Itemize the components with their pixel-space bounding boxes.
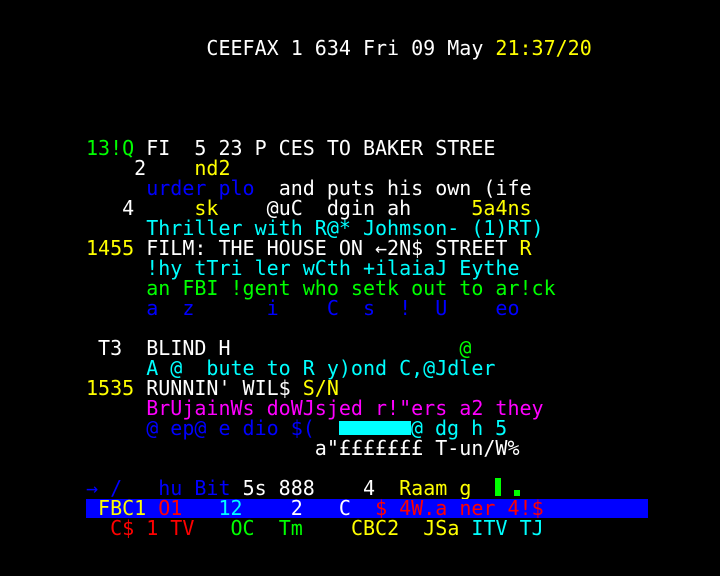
channel-link[interactable]: CBC2 bbox=[351, 516, 399, 540]
channel-link[interactable]: ITV bbox=[471, 516, 507, 540]
channel-link[interactable]: OC bbox=[231, 516, 255, 540]
listing-row: T3 BLIND H @ bbox=[86, 338, 471, 358]
channel-link[interactable]: TJ bbox=[520, 516, 544, 540]
page-header-clock: 21:37/20 bbox=[495, 36, 592, 60]
listing-row: Thriller with R@* Johmson- (1)RT) bbox=[86, 218, 543, 238]
teletext-screen: CEEFAX 1 634 Fri 09 May 21:37/20 13!Q FI… bbox=[0, 0, 720, 576]
cyan-block-graphic bbox=[338, 421, 411, 435]
fastext-row: FBC1 O1 12 2 C $ 4W.a ner 4!$ bbox=[86, 498, 544, 518]
listing-row: !hy tTri ler wCth +ilaiaJ Eythe bbox=[86, 258, 519, 278]
index-row: → / hu Bit 5s 888 4 Raam g bbox=[86, 478, 520, 498]
listing-row: 1535 RUNNIN' WIL$ S/N bbox=[86, 378, 339, 398]
channel-link[interactable]: Tm bbox=[279, 516, 303, 540]
listing-row: a z i C s ! U eo bbox=[86, 296, 520, 320]
listing-row: 1455 FILM: THE HOUSE ON ←2N$ STREET R bbox=[86, 238, 532, 258]
header-row: CEEFAX 1 634 Fri 09 May 21:37/20 bbox=[86, 36, 592, 60]
listing-row: @ ep@ e dio $( @ dg h 5 bbox=[86, 418, 507, 438]
listing-row: 2 nd2 bbox=[86, 158, 230, 178]
channel-row: C$ 1 TV OC Tm CBC2 JSa ITV TJ bbox=[86, 518, 544, 538]
listing-row: BrUjainWs doWJsjed r!"ers a2 they bbox=[86, 398, 543, 418]
listing-row: urder plo and puts his own (ife bbox=[86, 178, 531, 198]
programme-rating: R bbox=[519, 236, 532, 260]
listing-row: A @ bute to R y)ond C,@Jdler bbox=[86, 358, 495, 378]
listing-text: a"£££££££ T-un/W% bbox=[314, 436, 520, 460]
programme-description: a z i C s ! U eo bbox=[146, 296, 520, 320]
channel-link[interactable]: JSa bbox=[423, 516, 459, 540]
listing-row: 13!Q FI 5 23 P CES TO BAKER STREE bbox=[86, 138, 495, 158]
page-header-service: CEEFAX 1 634 Fri 09 May bbox=[206, 36, 484, 60]
listing-row: 4 sk @uC dgin ah 5a4ns bbox=[86, 198, 531, 218]
listing-row: a"£££££££ T-un/W% bbox=[86, 436, 520, 460]
listing-row: an FBI !gent who setk out to ar!ck bbox=[86, 278, 555, 298]
channel-link[interactable]: C$ 1 TV bbox=[110, 516, 194, 540]
